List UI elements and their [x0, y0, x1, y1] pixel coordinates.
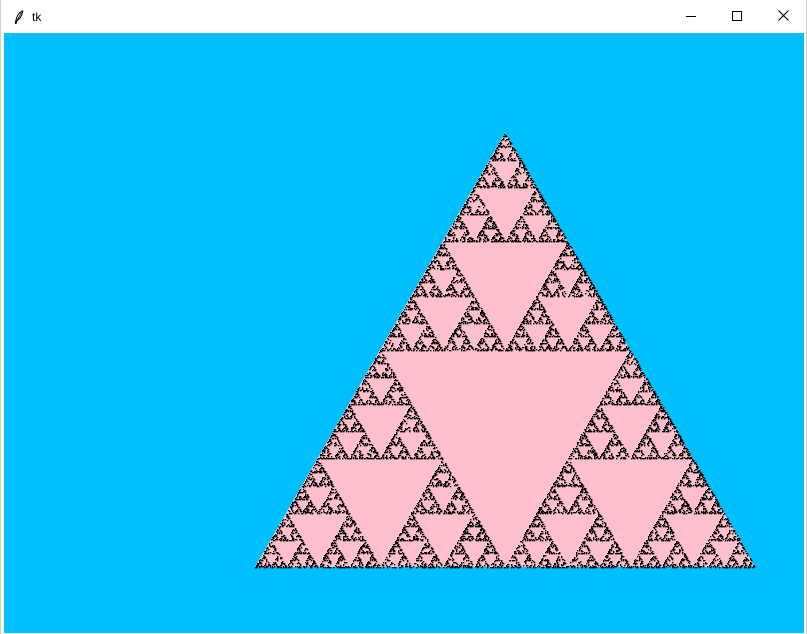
title-bar[interactable]: tk [1, 0, 806, 33]
maximize-icon [732, 8, 742, 26]
maximize-button[interactable] [714, 0, 760, 33]
drawing-canvas[interactable] [4, 33, 804, 633]
app-window: tk [0, 0, 807, 634]
canvas-surface [4, 33, 804, 633]
window-title: tk [32, 9, 42, 24]
feather-icon [13, 9, 25, 24]
window-controls [668, 0, 806, 33]
minimize-icon [686, 8, 696, 26]
minimize-button[interactable] [668, 0, 714, 33]
close-button[interactable] [760, 0, 806, 33]
close-icon [777, 8, 789, 26]
